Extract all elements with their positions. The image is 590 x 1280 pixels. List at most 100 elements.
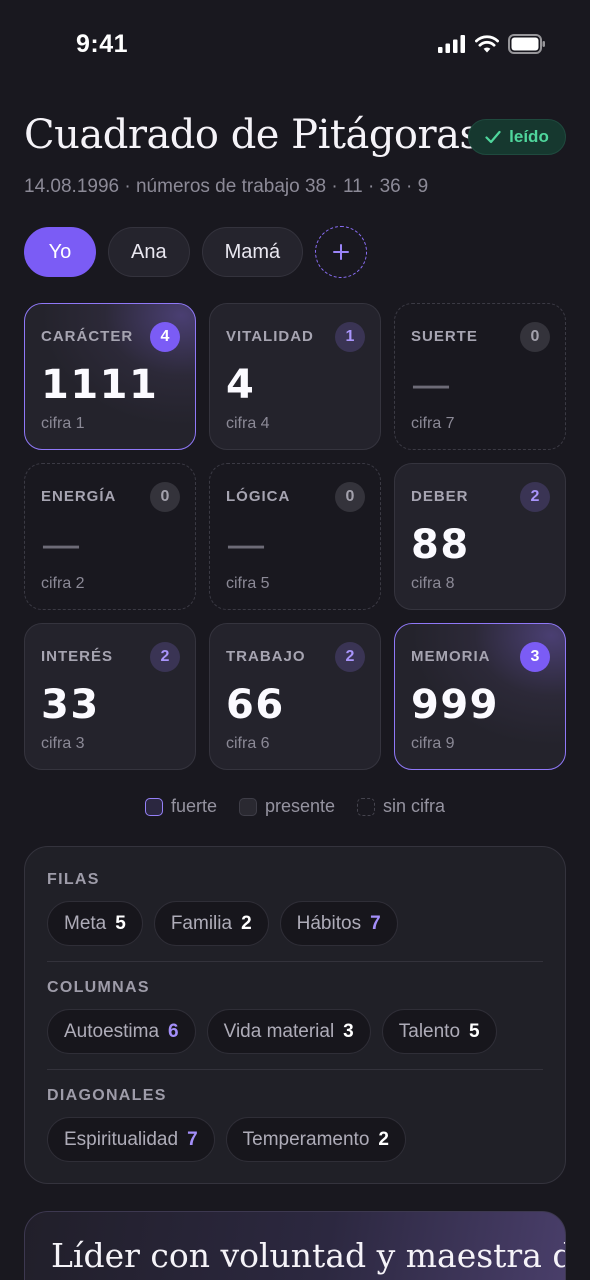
legend-label: presente	[264, 796, 336, 816]
legend-present: presente	[238, 796, 336, 817]
summary-card[interactable]: Líder con voluntad y maestra de la	[24, 1211, 566, 1280]
legend-strong: fuerte	[144, 796, 217, 817]
legend-swatch-present	[238, 797, 257, 816]
legend-swatch-none	[357, 797, 376, 816]
grid-cell-deber[interactable]: DEBER 2 88 cifra 8	[394, 463, 566, 610]
cell-digit: cifra 3	[41, 735, 85, 752]
line-pill-autoestima[interactable]: Autoestima 6	[47, 1009, 196, 1054]
cell-digit: cifra 7	[411, 415, 455, 432]
cell-label: SUERTE	[411, 328, 478, 345]
plus-icon	[333, 244, 350, 260]
grid-legend: fuerte presente sin cifra	[0, 796, 590, 817]
lines-panel: FILAS Meta 5 Familia 2 Hábitos 7 COLUMNA…	[24, 846, 566, 1184]
diagonals-heading: DIAGONALES	[47, 1087, 167, 1104]
cell-value: 66	[226, 682, 285, 728]
columns-list: Autoestima 6 Vida material 3 Talento 5	[47, 1009, 497, 1054]
cell-value: 4	[226, 362, 256, 408]
cell-label: ENERGÍA	[41, 488, 117, 505]
cell-digit: cifra 1	[41, 415, 85, 432]
divider	[47, 961, 543, 962]
legend-swatch-strong	[144, 797, 163, 816]
line-value: 7	[187, 1128, 198, 1150]
cell-digit: cifra 9	[411, 735, 455, 752]
cell-value: 33	[41, 682, 100, 728]
grid-cell-energia[interactable]: ENERGÍA 0 — cifra 2	[24, 463, 196, 610]
grid-cell-caracter[interactable]: CARÁCTER 4 1111 cifra 1	[24, 303, 196, 450]
cell-value: 88	[411, 522, 470, 568]
diagonals-list: Espiritualidad 7 Temperamento 2	[47, 1117, 406, 1162]
cell-value: —	[411, 362, 453, 408]
legend-label: sin cifra	[383, 796, 446, 816]
cell-digit: cifra 6	[226, 735, 270, 752]
cell-label: VITALIDAD	[226, 328, 314, 345]
cell-label: LÓGICA	[226, 488, 291, 505]
cell-label: TRABAJO	[226, 648, 306, 665]
grid-cell-memoria[interactable]: MEMORIA 3 999 cifra 9	[394, 623, 566, 770]
cell-label: INTERÉS	[41, 648, 114, 665]
grid-cell-vitalidad[interactable]: VITALIDAD 1 4 cifra 4	[209, 303, 381, 450]
line-name: Vida material	[223, 1020, 335, 1042]
cell-digit: cifra 4	[226, 415, 270, 432]
cell-value: —	[226, 522, 268, 568]
line-pill-vida-material[interactable]: Vida material 3	[206, 1009, 371, 1054]
line-value: 2	[241, 912, 252, 934]
cell-count-badge: 3	[520, 642, 550, 672]
line-pill-habitos[interactable]: Hábitos 7	[279, 901, 398, 946]
summary-headline: Líder con voluntad y maestra de la	[51, 1236, 565, 1275]
cell-count-badge: 4	[150, 322, 180, 352]
grid-cell-trabajo[interactable]: TRABAJO 2 66 cifra 6	[209, 623, 381, 770]
status-badge: leído	[468, 119, 566, 155]
check-icon	[485, 130, 501, 144]
status-icons	[438, 34, 546, 54]
line-name: Talento	[398, 1020, 461, 1042]
cell-count-badge: 1	[335, 322, 365, 352]
cell-count-badge: 2	[150, 642, 180, 672]
status-time: 9:41	[76, 30, 129, 58]
cell-count-badge: 0	[150, 482, 180, 512]
profile-chip-mama[interactable]: Mamá	[201, 227, 304, 277]
cell-value: —	[41, 522, 83, 568]
line-name: Autoestima	[64, 1020, 160, 1042]
line-pill-talento[interactable]: Talento 5	[381, 1009, 497, 1054]
line-value: 6	[168, 1020, 179, 1042]
cell-value: 1111	[41, 362, 159, 408]
cell-digit: cifra 5	[226, 575, 270, 592]
add-profile-button[interactable]	[315, 226, 368, 278]
grid-cell-logica[interactable]: LÓGICA 0 — cifra 5	[209, 463, 381, 610]
line-name: Espiritualidad	[64, 1128, 179, 1150]
line-pill-temperamento[interactable]: Temperamento 2	[225, 1117, 406, 1162]
line-name: Meta	[64, 912, 107, 934]
cell-count-badge: 2	[335, 642, 365, 672]
divider	[47, 1069, 543, 1070]
cellular-signal-icon	[438, 35, 465, 53]
line-value: 2	[378, 1128, 389, 1150]
grid-cell-interes[interactable]: INTERÉS 2 33 cifra 3	[24, 623, 196, 770]
pythagoras-grid: CARÁCTER 4 1111 cifra 1 VITALIDAD 1 4 ci…	[24, 303, 566, 770]
line-value: 7	[370, 912, 381, 934]
cell-count-badge: 0	[335, 482, 365, 512]
cell-count-badge: 2	[520, 482, 550, 512]
grid-cell-suerte[interactable]: SUERTE 0 — cifra 7	[394, 303, 566, 450]
profile-selector: Yo Ana Mamá	[24, 226, 368, 278]
status-badge-label: leído	[509, 127, 549, 146]
line-value: 5	[115, 912, 126, 934]
line-pill-familia[interactable]: Familia 2	[153, 901, 269, 946]
birth-info: 14.08.1996 · números de trabajo 38 · 11 …	[24, 176, 429, 197]
profile-chip-yo[interactable]: Yo	[24, 227, 96, 277]
cell-digit: cifra 2	[41, 575, 85, 592]
line-name: Temperamento	[242, 1128, 370, 1150]
line-name: Familia	[170, 912, 233, 934]
rows-list: Meta 5 Familia 2 Hábitos 7	[47, 901, 398, 946]
profile-chip-ana[interactable]: Ana	[108, 227, 190, 277]
cell-value: 999	[411, 682, 499, 728]
line-name: Hábitos	[296, 912, 362, 934]
columns-heading: COLUMNAS	[47, 979, 150, 996]
line-value: 3	[343, 1020, 354, 1042]
cell-label: CARÁCTER	[41, 328, 134, 345]
rows-heading: FILAS	[47, 871, 100, 888]
cell-count-badge: 0	[520, 322, 550, 352]
page-title: Cuadrado de Pitágoras	[24, 112, 480, 158]
line-pill-meta[interactable]: Meta 5	[47, 901, 143, 946]
cell-label: MEMORIA	[411, 648, 491, 665]
line-pill-espiritualidad[interactable]: Espiritualidad 7	[47, 1117, 215, 1162]
